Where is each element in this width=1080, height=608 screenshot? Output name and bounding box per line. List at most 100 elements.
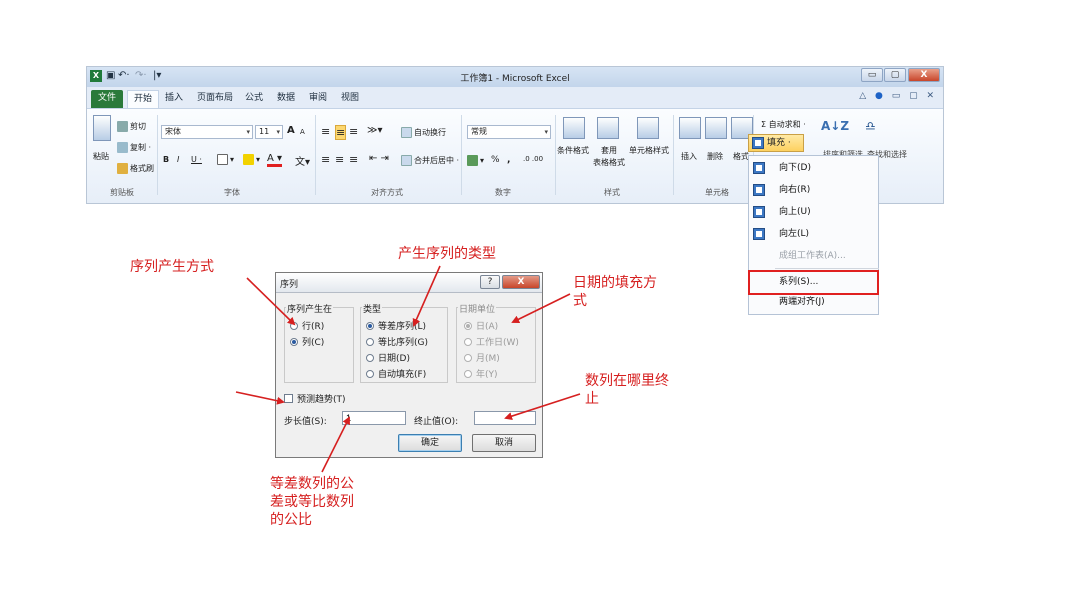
indent-buttons[interactable]: ⇤ ⇥ xyxy=(369,153,389,164)
paste-icon[interactable] xyxy=(93,115,111,141)
radio-weekday-indicator[interactable] xyxy=(464,338,472,346)
fill-color-button[interactable]: ▾ xyxy=(243,154,260,165)
radio-date[interactable]: 日期(D) xyxy=(366,351,410,364)
cell-styles-button[interactable]: 单元格样式 xyxy=(629,145,669,156)
format-as-table-button[interactable]: 套用 表格格式 xyxy=(593,145,625,169)
radio-date-indicator[interactable] xyxy=(366,354,374,362)
tab-file[interactable]: 文件 xyxy=(91,90,123,108)
cell-styles-icon[interactable] xyxy=(637,117,659,139)
tab-data[interactable]: 数据 xyxy=(271,90,301,108)
radio-autofill[interactable]: 自动填充(F) xyxy=(366,367,426,380)
format-painter-button[interactable]: 格式刷 xyxy=(117,163,154,174)
bold-button[interactable]: B xyxy=(163,155,169,164)
align-left-button[interactable]: ≡ xyxy=(321,153,330,166)
maximize-button[interactable]: ▢ xyxy=(884,68,906,82)
step-value-input[interactable] xyxy=(342,411,406,425)
number-format-select[interactable]: 常规 ▾ xyxy=(467,125,551,139)
menu-fill-right[interactable]: 向右(R) xyxy=(749,180,878,200)
radio-columns[interactable]: 列(C) xyxy=(290,335,324,348)
comma-button[interactable]: , xyxy=(507,155,510,165)
tab-formulas[interactable]: 公式 xyxy=(239,90,269,108)
font-group-label: 字体 xyxy=(224,188,240,197)
radio-day[interactable]: 日(A) xyxy=(464,319,498,332)
align-right-button[interactable]: ≡ xyxy=(349,153,358,166)
align-top-button[interactable]: ≡ xyxy=(321,125,330,138)
underline-button[interactable]: U · xyxy=(191,155,202,164)
title-bar: X ▣ ↶· ↷· |▾ 工作簿1 - Microsoft Excel ▭ ▢ … xyxy=(87,67,943,87)
minimize-button[interactable]: ▭ xyxy=(861,68,883,82)
radio-linear-indicator[interactable] xyxy=(366,322,374,330)
center-button[interactable]: ≡ xyxy=(335,153,344,166)
stop-value-input[interactable] xyxy=(474,411,536,425)
currency-icon xyxy=(467,155,478,166)
menu-justify[interactable]: 两端对齐(J) xyxy=(749,292,878,312)
radio-month-indicator[interactable] xyxy=(464,354,472,362)
cancel-button[interactable]: 取消 xyxy=(472,434,536,452)
sort-filter-icon[interactable]: A↓Z xyxy=(821,119,849,133)
insert-cells-icon[interactable] xyxy=(679,117,701,139)
radio-year-indicator[interactable] xyxy=(464,370,472,378)
dialog-title: 序列 xyxy=(280,280,299,290)
font-color-button[interactable]: A ▾ xyxy=(267,153,283,167)
radio-rows-indicator[interactable] xyxy=(290,322,298,330)
radio-rows[interactable]: 行(R) xyxy=(290,319,324,332)
tab-page-layout[interactable]: 页面布局 xyxy=(191,90,239,108)
radio-growth[interactable]: 等比序列(G) xyxy=(366,335,428,348)
radio-columns-indicator[interactable] xyxy=(290,338,298,346)
insert-cells-button[interactable]: 插入 xyxy=(681,151,697,162)
tab-home[interactable]: 开始 xyxy=(127,90,160,108)
percent-button[interactable]: % xyxy=(491,155,500,165)
border-button[interactable]: ▾ xyxy=(217,154,234,165)
radio-day-indicator[interactable] xyxy=(464,322,472,330)
radio-month[interactable]: 月(M) xyxy=(464,351,500,364)
delete-cells-icon[interactable] xyxy=(705,117,727,139)
align-middle-button[interactable]: ≡ xyxy=(335,125,347,140)
tab-insert[interactable]: 插入 xyxy=(159,90,189,108)
radio-growth-indicator[interactable] xyxy=(366,338,374,346)
format-table-icon[interactable] xyxy=(597,117,619,139)
delete-cells-button[interactable]: 删除 xyxy=(707,151,723,162)
tab-review[interactable]: 审阅 xyxy=(303,90,333,108)
ok-button[interactable]: 确定 xyxy=(398,434,462,452)
format-cells-button[interactable]: 格式 xyxy=(733,151,749,162)
font-size-select[interactable]: 11 ▾ xyxy=(255,125,283,139)
italic-button[interactable]: I xyxy=(177,155,179,164)
step-value-label: 步长值(S): xyxy=(284,417,327,427)
conditional-format-button[interactable]: 条件格式 xyxy=(557,145,589,156)
dialog-help-button[interactable]: ? xyxy=(480,275,500,289)
find-select-icon[interactable]: ♎ xyxy=(865,119,876,133)
currency-button[interactable]: ▾ xyxy=(467,155,484,166)
stop-value-label: 终止值(O): xyxy=(414,417,459,427)
copy-button[interactable]: 复制 · xyxy=(117,142,151,153)
menu-fill-left[interactable]: 向左(L) xyxy=(749,224,878,244)
shrink-font-button[interactable]: A xyxy=(300,128,305,136)
autosum-button[interactable]: Σ 自动求和 · xyxy=(761,119,806,130)
merge-center-button[interactable]: 合并后居中 · xyxy=(401,155,459,166)
decimal-buttons[interactable]: .0 .00 xyxy=(523,155,543,163)
radio-weekday[interactable]: 工作日(W) xyxy=(464,335,519,348)
fill-button[interactable]: 填充 · xyxy=(748,134,804,152)
dialog-title-bar: 序列 ? X xyxy=(276,273,542,293)
conditional-format-icon[interactable] xyxy=(563,117,585,139)
close-button[interactable]: X xyxy=(908,68,940,82)
ribbon-window-icons[interactable]: △ ● ▭ ▢ ✕ xyxy=(859,91,937,101)
radio-autofill-indicator[interactable] xyxy=(366,370,374,378)
phonetic-button[interactable]: 文▾ xyxy=(295,153,310,168)
menu-fill-down[interactable]: 向下(D) xyxy=(749,158,878,178)
align-bottom-button[interactable]: ≡ xyxy=(349,125,358,138)
dialog-close-button[interactable]: X xyxy=(502,275,540,289)
orientation-button[interactable]: ≫▾ xyxy=(367,125,383,136)
grow-font-button[interactable]: A xyxy=(287,125,295,136)
wrap-text-button[interactable]: 自动换行 xyxy=(401,127,446,138)
fill-down-arrow-icon xyxy=(752,137,764,149)
trend-checkbox-box[interactable] xyxy=(284,394,293,403)
cut-button[interactable]: 剪切 xyxy=(117,121,146,132)
font-name-select[interactable]: 宋体 ▾ xyxy=(161,125,253,139)
menu-fill-up[interactable]: 向上(U) xyxy=(749,202,878,222)
help-icon[interactable]: ● xyxy=(875,91,886,101)
radio-year[interactable]: 年(Y) xyxy=(464,367,498,380)
tab-view[interactable]: 视图 xyxy=(335,90,365,108)
paste-button[interactable]: 粘贴 xyxy=(93,151,109,162)
trend-checkbox[interactable]: 预测趋势(T) xyxy=(284,392,346,405)
radio-linear[interactable]: 等差序列(L) xyxy=(366,319,426,332)
